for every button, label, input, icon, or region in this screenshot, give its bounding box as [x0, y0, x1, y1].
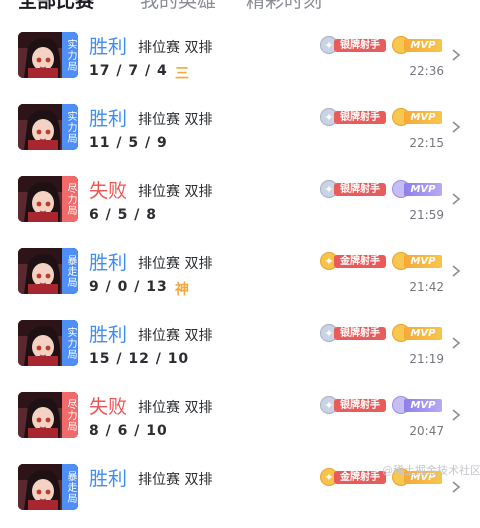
match-time: 21:42	[409, 280, 444, 294]
match-mode: 排位赛 双排	[138, 256, 213, 272]
medal-badge: ✦ 银牌射手	[320, 36, 386, 54]
match-rating-tag: 实力局	[62, 32, 78, 78]
match-row[interactable]: 尽力局 失败 排位赛 双排 6 / 5 / 8 ✦ 银牌射手 MVP 21:59	[0, 168, 480, 240]
medal-badge: ✦ 银牌射手	[320, 108, 386, 126]
match-time: 21:19	[409, 352, 444, 366]
medal-label: 银牌射手	[334, 399, 386, 412]
medal-badge: ✦ 银牌射手	[320, 396, 386, 414]
match-row[interactable]: 暴走局 胜利 排位赛 双排 9 / 0 / 13 神 ✦ 金牌射手 MVP 21…	[0, 240, 480, 312]
match-rating-tag: 尽力局	[62, 176, 78, 222]
match-result: 胜利	[89, 108, 128, 130]
match-mode: 排位赛 双排	[138, 40, 213, 56]
match-row[interactable]: 实力局 胜利 排位赛 双排 15 / 12 / 10 ✦ 银牌射手 MVP 21…	[0, 312, 480, 384]
match-time: 22:36	[409, 64, 444, 78]
medal-label: 银牌射手	[334, 183, 386, 196]
mvp-label: MVP	[404, 255, 442, 268]
match-rating-tag: 尽力局	[62, 392, 78, 438]
tab-highlights[interactable]: 精彩时刻	[246, 0, 322, 13]
mvp-label: MVP	[404, 39, 442, 52]
mvp-badge: MVP	[392, 108, 444, 126]
match-tabs: 全部比赛 我的英雄 精彩时刻	[0, 0, 480, 12]
medal-label: 金牌射手	[334, 471, 386, 484]
kda-score: 6 / 5 / 8	[89, 207, 157, 223]
kda-score: 11 / 5 / 9	[89, 135, 168, 151]
match-rating-tag: 实力局	[62, 104, 78, 150]
mvp-badge: MVP	[392, 252, 444, 270]
medal-badge: ✦ 银牌射手	[320, 324, 386, 342]
kda-score: 17 / 7 / 4	[89, 63, 168, 79]
kda-score: 9 / 0 / 13	[89, 279, 168, 295]
watermark: @稀土掘金技术社区	[382, 464, 480, 477]
match-row[interactable]: 实力局 胜利 排位赛 双排 11 / 5 / 9 ✦ 银牌射手 MVP 22:1…	[0, 96, 480, 168]
medal-badge: ✦ 金牌射手	[320, 252, 386, 270]
medal-label: 银牌射手	[334, 111, 386, 124]
tab-all-matches[interactable]: 全部比赛	[18, 0, 94, 13]
mvp-badge: MVP	[392, 396, 444, 414]
match-result: 胜利	[89, 468, 128, 490]
match-result: 胜利	[89, 252, 128, 274]
match-row[interactable]: 实力局 胜利 排位赛 双排 17 / 7 / 4 三 ✦ 银牌射手 MVP 22…	[0, 24, 480, 96]
match-time: 22:15	[409, 136, 444, 150]
chevron-right-icon[interactable]	[450, 408, 462, 422]
match-row[interactable]: 尽力局 失败 排位赛 双排 8 / 6 / 10 ✦ 银牌射手 MVP 20:4…	[0, 384, 480, 456]
chevron-right-icon[interactable]	[450, 120, 462, 134]
mvp-badge: MVP	[392, 180, 444, 198]
match-mode: 排位赛 双排	[138, 328, 213, 344]
tab-my-heroes[interactable]: 我的英雄	[140, 0, 216, 13]
match-rating-tag: 暴走局	[62, 248, 78, 294]
match-result: 胜利	[89, 36, 128, 58]
chevron-right-icon[interactable]	[450, 480, 462, 494]
chevron-right-icon[interactable]	[450, 336, 462, 350]
match-result: 失败	[89, 396, 128, 418]
chevron-right-icon[interactable]	[450, 192, 462, 206]
kda-score: 8 / 6 / 10	[89, 423, 168, 439]
mvp-badge: MVP	[392, 36, 444, 54]
medal-badge: ✦ 金牌射手	[320, 468, 386, 486]
match-mode: 排位赛 双排	[138, 472, 213, 488]
match-rating-tag: 实力局	[62, 320, 78, 366]
chevron-right-icon[interactable]	[450, 264, 462, 278]
mvp-label: MVP	[404, 399, 442, 412]
match-mode: 排位赛 双排	[138, 112, 213, 128]
kda-badge: 三	[175, 66, 189, 82]
match-result: 失败	[89, 180, 128, 202]
mvp-label: MVP	[404, 327, 442, 340]
kda-score: 15 / 12 / 10	[89, 351, 190, 367]
medal-label: 银牌射手	[334, 39, 386, 52]
match-mode: 排位赛 双排	[138, 400, 213, 416]
match-result: 胜利	[89, 324, 128, 346]
mvp-badge: MVP	[392, 324, 444, 342]
match-rating-tag: 暴走局	[62, 464, 78, 510]
kda-badge: 神	[175, 282, 189, 298]
match-time: 20:47	[409, 424, 444, 438]
medal-label: 金牌射手	[334, 255, 386, 268]
match-mode: 排位赛 双排	[138, 184, 213, 200]
medal-label: 银牌射手	[334, 327, 386, 340]
match-time: 21:59	[409, 208, 444, 222]
mvp-label: MVP	[404, 183, 442, 196]
mvp-label: MVP	[404, 111, 442, 124]
medal-badge: ✦ 银牌射手	[320, 180, 386, 198]
chevron-right-icon[interactable]	[450, 48, 462, 62]
